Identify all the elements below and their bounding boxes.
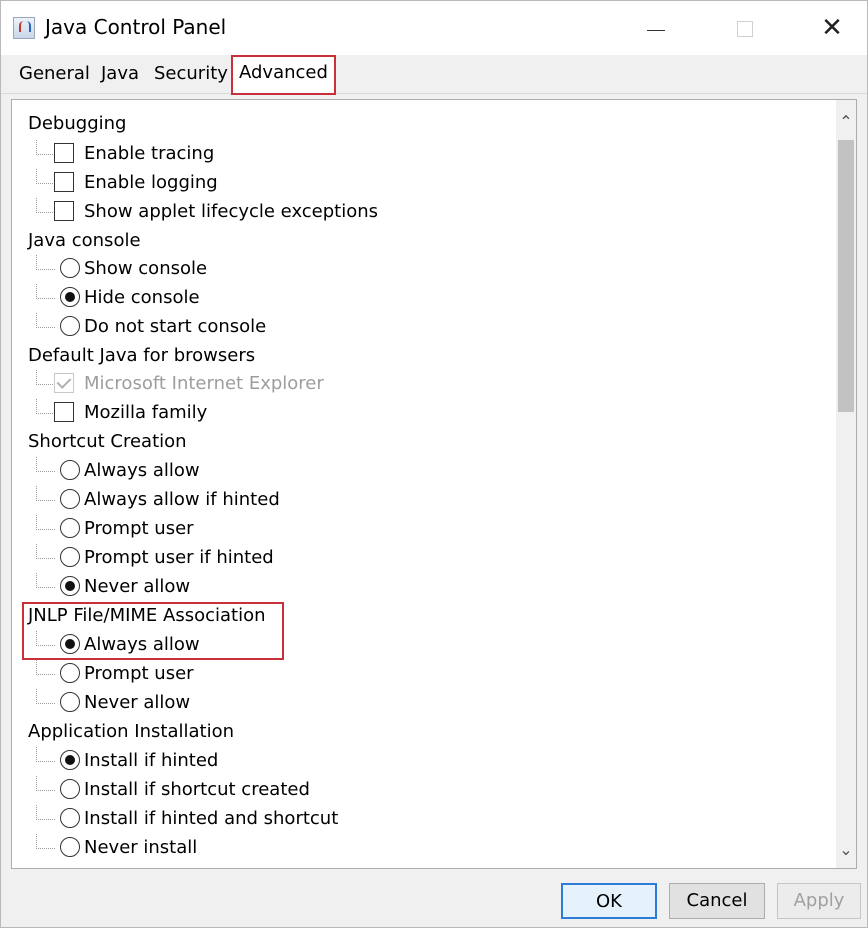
window-title: Java Control Panel xyxy=(45,15,227,39)
checkbox-icon[interactable] xyxy=(54,402,74,422)
scroll-thumb[interactable] xyxy=(838,140,854,412)
tab-security[interactable]: Security xyxy=(150,59,232,89)
radio-selected-icon[interactable] xyxy=(60,287,80,307)
tab-general[interactable]: General xyxy=(15,59,94,89)
radio-icon[interactable] xyxy=(60,808,80,828)
close-icon: ✕ xyxy=(821,13,843,43)
category-default-java-for-browsers: Default Java for browsers xyxy=(28,345,256,366)
category-debugging: Debugging xyxy=(28,113,127,134)
radio-icon[interactable] xyxy=(60,489,80,509)
category-application-installation: Application Installation xyxy=(28,721,234,742)
apply-button[interactable]: Apply xyxy=(777,883,861,919)
checkbox-icon[interactable] xyxy=(54,143,74,163)
category-jnlp-file-mime-association: JNLP File/MIME Association xyxy=(28,605,266,626)
radio-icon[interactable] xyxy=(60,518,80,538)
advanced-settings-panel: Debugging Enable tracing Enable logging … xyxy=(11,99,857,869)
close-button[interactable]: ✕ xyxy=(809,1,855,55)
radio-selected-icon[interactable] xyxy=(60,634,80,654)
maximize-button[interactable] xyxy=(721,1,767,55)
settings-tree: Debugging Enable tracing Enable logging … xyxy=(12,100,836,868)
minimize-button[interactable] xyxy=(633,1,679,55)
radio-icon[interactable] xyxy=(60,692,80,712)
radio-selected-icon[interactable] xyxy=(60,750,80,770)
vertical-scrollbar[interactable]: ⌃ ⌄ xyxy=(836,100,856,868)
radio-icon[interactable] xyxy=(60,547,80,567)
title-bar: Java Control Panel ✕ xyxy=(1,1,867,55)
checkbox-checked-disabled-icon xyxy=(54,373,74,393)
checkbox-icon[interactable] xyxy=(54,172,74,192)
maximize-icon xyxy=(737,21,753,37)
category-java-console: Java console xyxy=(28,230,141,251)
radio-selected-icon[interactable] xyxy=(60,576,80,596)
radio-icon[interactable] xyxy=(60,460,80,480)
scroll-up-arrow-icon[interactable]: ⌃ xyxy=(836,110,856,134)
checkbox-icon[interactable] xyxy=(54,201,74,221)
radio-icon[interactable] xyxy=(60,663,80,683)
category-shortcut-creation: Shortcut Creation xyxy=(28,431,187,452)
minimize-icon xyxy=(647,30,665,31)
tab-strip: General Java Security Advanced xyxy=(1,55,867,95)
scroll-down-arrow-icon[interactable]: ⌄ xyxy=(836,838,856,862)
ok-button[interactable]: OK xyxy=(561,883,657,919)
radio-icon[interactable] xyxy=(60,779,80,799)
radio-icon[interactable] xyxy=(60,258,80,278)
cancel-button[interactable]: Cancel xyxy=(669,883,765,919)
java-control-panel-window: Java Control Panel ✕ General Java Securi… xyxy=(0,0,868,928)
java-app-icon xyxy=(13,17,35,39)
tab-advanced[interactable]: Advanced xyxy=(231,55,336,95)
radio-icon[interactable] xyxy=(60,316,80,336)
radio-icon[interactable] xyxy=(60,837,80,857)
tab-java[interactable]: Java xyxy=(97,59,143,89)
